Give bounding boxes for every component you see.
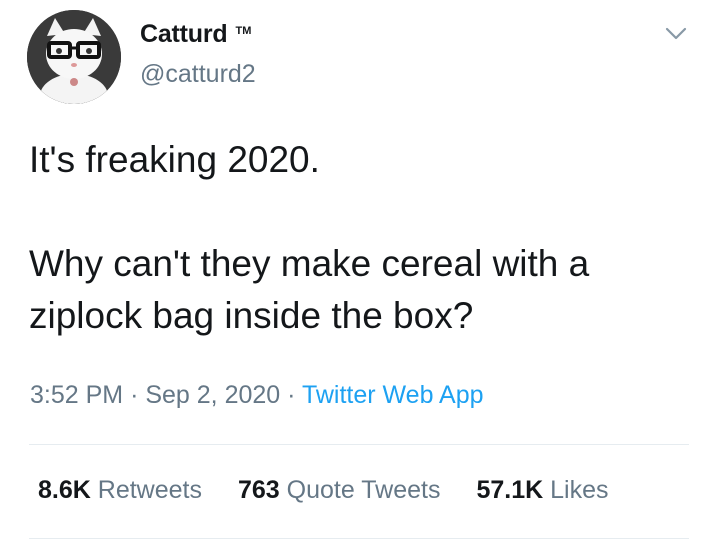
user-handle[interactable]: @catturd2	[140, 60, 256, 89]
quote-tweets-label: Quote Tweets	[286, 476, 441, 504]
source-app-link[interactable]: Twitter Web App	[302, 381, 484, 409]
meta-separator: ·	[287, 381, 296, 409]
likes-label: Likes	[550, 476, 609, 504]
tweet-date[interactable]: Sep 2, 2020	[145, 381, 280, 409]
meta-separator: ·	[130, 381, 139, 409]
quote-tweets-stat[interactable]: 763 Quote Tweets	[238, 476, 440, 505]
likes-count: 57.1K	[476, 476, 544, 504]
retweets-stat[interactable]: 8.6K Retweets	[38, 476, 202, 505]
quote-tweets-count: 763	[237, 476, 280, 504]
trademark-badge: TM	[235, 25, 252, 37]
tweet-text-line: It's freaking 2020.	[29, 139, 320, 180]
tweet-time[interactable]: 3:52 PM	[30, 381, 123, 409]
retweets-count: 8.6K	[38, 476, 91, 504]
tweet-metadata: 3:52 PM · Sep 2, 2020 · Twitter Web App	[30, 381, 484, 410]
author-name-row: Catturd TM	[140, 20, 251, 49]
engagement-stats: 8.6K Retweets 763 Quote Tweets 57.1K Lik…	[38, 476, 609, 505]
divider	[29, 538, 689, 539]
chevron-down-icon[interactable]	[662, 24, 690, 44]
avatar[interactable]	[27, 10, 121, 104]
likes-stat[interactable]: 57.1K Likes	[476, 476, 608, 505]
retweets-label: Retweets	[97, 476, 202, 504]
tweet-text-line: Why can't they make cereal with a	[29, 243, 590, 284]
tweet-text: It's freaking 2020. Why can't they make …	[29, 134, 689, 342]
tweet-card: Catturd TM @catturd2 It's freaking 2020.…	[0, 0, 707, 542]
tweet-text-line: ziplock bag inside the box?	[29, 295, 474, 336]
display-name[interactable]: Catturd	[140, 20, 228, 49]
cat-avatar-icon	[27, 10, 121, 104]
divider	[29, 444, 689, 445]
